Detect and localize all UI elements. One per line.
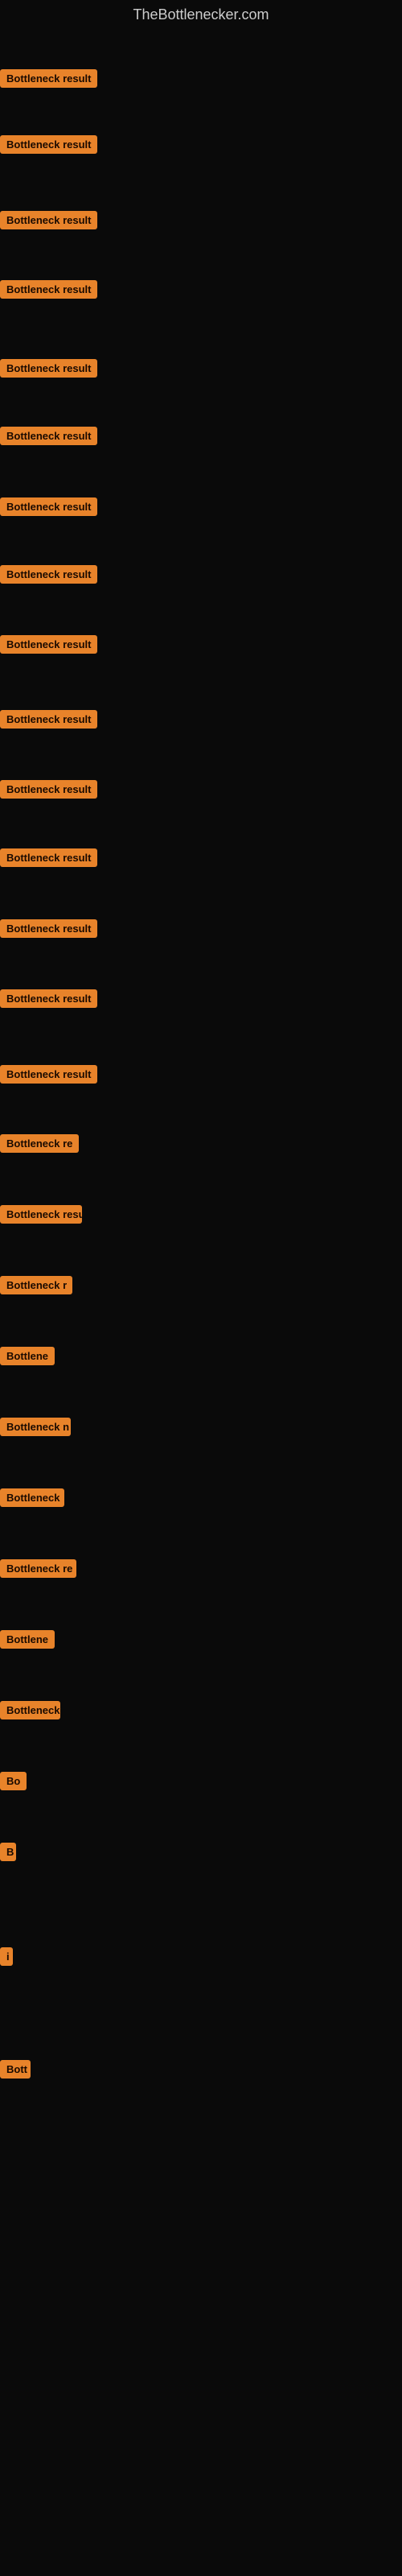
bottleneck-result-item[interactable]: Bottleneck r	[0, 1276, 72, 1298]
bottleneck-result-item[interactable]: Bottleneck re	[0, 1559, 76, 1582]
bottleneck-label: Bottleneck n	[0, 1418, 71, 1436]
bottleneck-label: Bottleneck result	[0, 710, 97, 729]
bottleneck-label: Bottlene	[0, 1630, 55, 1649]
bottleneck-label: Bottleneck	[0, 1701, 60, 1719]
bottleneck-result-item[interactable]: Bottleneck result	[0, 565, 97, 588]
bottleneck-label: Bottlene	[0, 1347, 55, 1365]
bottleneck-result-item[interactable]: Bottleneck result	[0, 780, 97, 803]
bottleneck-label: Bottleneck result	[0, 989, 97, 1008]
bottleneck-label: Bottleneck result	[0, 1065, 97, 1084]
site-title: TheBottlenecker.com	[0, 0, 402, 30]
bottleneck-label: Bottleneck result	[0, 211, 97, 229]
bottleneck-result-item[interactable]: Bottlene	[0, 1630, 55, 1653]
bottleneck-label: Bottleneck result	[0, 135, 97, 154]
bottleneck-result-item[interactable]: Bottleneck result	[0, 69, 97, 92]
bottleneck-label: Bottleneck result	[0, 280, 97, 299]
bottleneck-result-item[interactable]: Bottleneck n	[0, 1418, 71, 1440]
bottleneck-label: Bo	[0, 1772, 27, 1790]
bottleneck-label: Bottleneck result	[0, 919, 97, 938]
bottleneck-label: Bottleneck result	[0, 635, 97, 654]
bottleneck-label: Bottleneck result	[0, 497, 97, 516]
bottleneck-result-item[interactable]: Bottleneck result	[0, 280, 97, 303]
bottleneck-label: Bott	[0, 2060, 31, 2079]
bottleneck-result-item[interactable]: Bottleneck result	[0, 848, 97, 871]
bottleneck-label: B	[0, 1843, 16, 1861]
bottleneck-result-item[interactable]: Bottleneck re	[0, 1134, 79, 1157]
bottleneck-label: Bottleneck result	[0, 565, 97, 584]
bottleneck-result-item[interactable]: Bottlene	[0, 1347, 55, 1369]
bottleneck-result-item[interactable]: Bott	[0, 2060, 31, 2083]
bottleneck-result-item[interactable]: Bottleneck result	[0, 1205, 82, 1228]
bottleneck-label: Bottleneck result	[0, 780, 97, 799]
bottleneck-result-item[interactable]: Bottleneck result	[0, 919, 97, 942]
bottleneck-result-item[interactable]: Bottleneck result	[0, 211, 97, 233]
bottleneck-label: Bottleneck result	[0, 1205, 82, 1224]
bottleneck-result-item[interactable]: i	[0, 1947, 13, 1970]
bottleneck-label: Bottleneck result	[0, 848, 97, 867]
bottleneck-label: Bottleneck re	[0, 1134, 79, 1153]
bottleneck-label: Bottleneck re	[0, 1559, 76, 1578]
bottleneck-label: Bottleneck result	[0, 69, 97, 88]
bottleneck-result-item[interactable]: Bottleneck	[0, 1488, 64, 1511]
bottleneck-result-item[interactable]: Bottleneck	[0, 1701, 60, 1724]
bottleneck-result-item[interactable]: Bo	[0, 1772, 27, 1794]
bottleneck-label: i	[0, 1947, 13, 1966]
bottleneck-label: Bottleneck result	[0, 427, 97, 445]
bottleneck-result-item[interactable]: Bottleneck result	[0, 989, 97, 1012]
bottleneck-result-item[interactable]: Bottleneck result	[0, 497, 97, 520]
bottleneck-result-item[interactable]: Bottleneck result	[0, 1065, 97, 1088]
bottleneck-label: Bottleneck result	[0, 359, 97, 378]
bottleneck-result-item[interactable]: Bottleneck result	[0, 710, 97, 733]
bottleneck-result-item[interactable]: Bottleneck result	[0, 135, 97, 158]
bottleneck-result-item[interactable]: Bottleneck result	[0, 359, 97, 382]
bottleneck-result-item[interactable]: B	[0, 1843, 16, 1865]
bottleneck-result-item[interactable]: Bottleneck result	[0, 427, 97, 449]
bottleneck-label: Bottleneck	[0, 1488, 64, 1507]
bottleneck-result-item[interactable]: Bottleneck result	[0, 635, 97, 658]
bottleneck-label: Bottleneck r	[0, 1276, 72, 1294]
